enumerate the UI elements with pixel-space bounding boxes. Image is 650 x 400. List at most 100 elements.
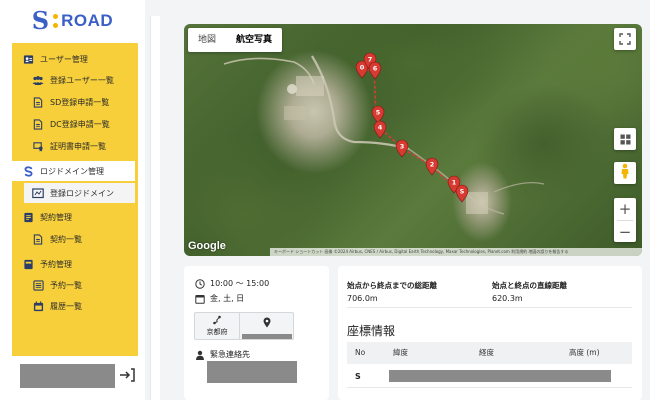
coordinates-row-redacted (389, 370, 611, 382)
handshake-icon (22, 211, 34, 223)
sidebar-item-history-list[interactable]: 履歴一覧 (12, 296, 138, 316)
time-row: 10:00 ～ 15:00 (194, 278, 269, 289)
logo-colon-icon (52, 14, 58, 28)
map-layers-button[interactable] (614, 128, 636, 150)
zoom-in-button[interactable]: + (614, 198, 636, 220)
fullscreen-icon (619, 30, 631, 49)
logo-wordmark: ROAD (61, 11, 114, 30)
sidebar-item-sd-applications[interactable]: SD登録申請一覧 (12, 92, 138, 112)
prefecture-cell: 京都府 (195, 313, 240, 339)
map-icon (32, 187, 44, 199)
logout-icon (119, 367, 135, 386)
sidebar-section-label: 予約管理 (40, 259, 72, 269)
waypoint-label: S (460, 188, 465, 196)
users-icon (32, 74, 44, 86)
emergency-contact-label: 緊急連絡先 (210, 350, 250, 359)
route-waypoints: 076 5 4 3 2 1S (355, 52, 469, 203)
waypoint-label: 3 (400, 143, 405, 151)
waypoint-pin-2[interactable]: 2 (425, 157, 439, 176)
tab-satellite[interactable]: 航空写真 (226, 28, 282, 52)
document-icon (32, 233, 44, 245)
address-redacted (242, 334, 292, 339)
tab-map[interactable]: 地図 (188, 28, 226, 52)
calendar-icon (194, 293, 205, 304)
zoom-controls: + − (614, 198, 636, 242)
sidebar-section-label: ロジドメイン管理 (40, 166, 104, 176)
waypoint-pin-6[interactable]: 6 (368, 61, 382, 80)
sidebar-item-label: SD登録申請一覧 (50, 97, 110, 107)
sidebar-section-user-management[interactable]: ユーザー管理 (12, 49, 138, 69)
map-type-tabs: 地図 航空写真 (188, 28, 283, 52)
sidebar: S ROAD ユーザー管理 登録ユーザー一覧 SD登録申請一覧 DC登録申請一覧… (0, 0, 145, 400)
waypoint-label: 6 (373, 65, 378, 73)
waypoint-label: 4 (378, 124, 383, 132)
sidebar-item-registered-users[interactable]: 登録ユーザー一覧 (12, 70, 138, 90)
emergency-contact-redacted (207, 361, 297, 383)
sidebar-item-registered-logidomain[interactable]: 登録ロジドメイン (24, 183, 135, 203)
sidebar-section-label: ユーザー管理 (40, 54, 88, 64)
sidebar-item-label: 予約一覧 (50, 280, 82, 290)
total-distance-value: 706.0m (347, 294, 378, 303)
zoom-out-button[interactable]: − (614, 221, 636, 243)
document-icon (32, 96, 44, 108)
stats-divider (347, 307, 632, 308)
calendar-icon (32, 300, 44, 312)
sidebar-section-label: 契約管理 (40, 212, 72, 222)
operating-days: 金, 土, 日 (210, 294, 245, 303)
waypoint-label: 1 (452, 179, 457, 187)
sidebar-item-contract-list[interactable]: 契約一覧 (12, 229, 138, 249)
pegman-icon (620, 163, 630, 183)
map-attribution[interactable]: キーボード ショートカット 画像 ©2024 Airbus, CNES / Ai… (270, 248, 642, 256)
coordinates-table-header: No 緯度 経度 高度 (m) (347, 342, 632, 364)
sidebar-item-label: 登録ユーザー一覧 (50, 75, 114, 85)
emergency-contact-row: 緊急連絡先 (194, 349, 250, 360)
waypoint-label: 2 (430, 161, 435, 169)
column-latitude: 緯度 (393, 348, 408, 357)
location-box: 京都府 (194, 312, 294, 340)
waypoint-pin-3[interactable]: 3 (395, 139, 409, 158)
waypoint-pin-S[interactable]: S (455, 184, 469, 203)
logo-s: S (31, 6, 50, 35)
time-range: 10:00 ～ 15:00 (210, 279, 270, 288)
straight-distance-label: 始点と終点の直線距離 (492, 281, 567, 290)
certificate-icon (32, 140, 44, 152)
sidebar-item-label: 証明書申請一覧 (50, 141, 106, 151)
sidebar-item-reservation-list[interactable]: 予約一覧 (12, 275, 138, 295)
list-icon (32, 279, 44, 291)
fullscreen-button[interactable] (614, 28, 636, 50)
person-icon (194, 349, 205, 360)
calendar-book-icon (22, 258, 34, 270)
column-longitude: 経度 (479, 348, 494, 357)
sidebar-section-contract-management[interactable]: 契約管理 (12, 207, 138, 227)
waypoint-label: 0 (360, 64, 365, 72)
clock-icon (194, 278, 205, 289)
table-row-no: S (355, 372, 361, 381)
waypoint-pin-5[interactable]: 5 (371, 105, 385, 124)
id-card-icon (22, 53, 34, 65)
waypoint-pin-4[interactable]: 4 (373, 120, 387, 139)
sidebar-section-reservation-management[interactable]: 予約管理 (12, 254, 138, 274)
waypoint-label: 7 (368, 56, 373, 64)
sidebar-item-label: DC登録申請一覧 (50, 119, 110, 129)
location-pin-icon (263, 313, 271, 332)
street-view-button[interactable] (614, 162, 636, 184)
route-icon (212, 315, 222, 327)
sidebar-section-logidomain-management[interactable]: ロジドメイン管理 (12, 161, 135, 181)
straight-distance-value: 620.3m (492, 294, 523, 303)
sidebar-item-dc-applications[interactable]: DC登録申請一覧 (12, 114, 138, 134)
google-logo: Google (188, 240, 226, 252)
column-no: No (355, 348, 366, 357)
satellite-map[interactable]: 076 5 4 3 2 1S 地図 航空写真 + − Google キーボード ショートカ… (184, 24, 642, 256)
app-logo[interactable]: S ROAD (0, 0, 145, 42)
column-altitude: 高度 (m) (569, 348, 600, 357)
sidebar-menu: ユーザー管理 登録ユーザー一覧 SD登録申請一覧 DC登録申請一覧 証明書申請一… (12, 43, 138, 356)
total-distance-label: 始点から終点までの総距離 (347, 281, 437, 290)
user-name-redacted (20, 364, 115, 388)
grid-icon (620, 130, 631, 149)
prefecture-name: 京都府 (206, 328, 228, 336)
sidebar-item-certificate-applications[interactable]: 証明書申請一覧 (12, 136, 138, 156)
document-icon (32, 118, 44, 130)
s-logo-icon (22, 165, 34, 177)
sidebar-item-label: 履歴一覧 (50, 301, 82, 311)
logout-button[interactable] (117, 364, 137, 388)
